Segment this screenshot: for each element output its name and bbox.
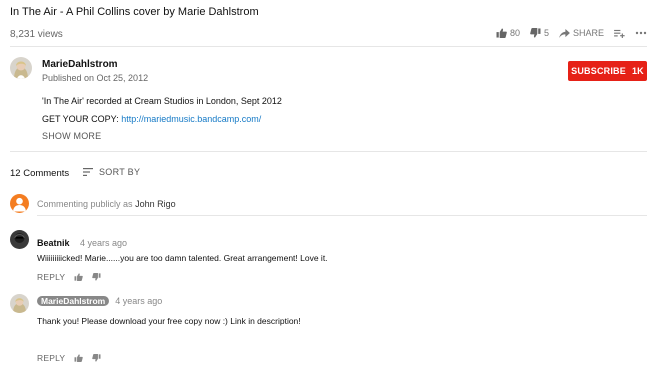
dislike-count: 5: [543, 28, 549, 38]
beatnik-avatar-image: [10, 230, 29, 249]
thumbs-down-icon: [530, 28, 541, 38]
comment-actions: REPLY: [37, 353, 101, 363]
avatar-image: [10, 57, 32, 79]
sort-icon: [83, 168, 93, 176]
comment-avatar[interactable]: [10, 230, 29, 249]
comment-header: MarieDahlstrom 4 years ago: [37, 296, 162, 306]
commenting-user: John Rigo: [135, 199, 176, 209]
dislike-button[interactable]: 5: [530, 28, 549, 38]
comments-count: 12 Comments: [10, 168, 70, 179]
user-avatar-image: [10, 194, 29, 213]
description-line: 'In The Air' recorded at Cream Studios i…: [42, 96, 282, 106]
video-actions: 80 5 SHARE: [496, 28, 647, 38]
divider: [10, 151, 647, 152]
description-prefix: GET YOUR COPY:: [42, 114, 119, 124]
description-link-line: GET YOUR COPY: http://mariedmusic.bandca…: [42, 114, 261, 124]
sort-by-label: SORT BY: [99, 167, 141, 177]
subscribe-label: SUBSCRIBE: [571, 66, 626, 76]
share-arrow-icon: [559, 28, 570, 38]
thumbs-up-icon[interactable]: [74, 354, 84, 362]
thumbs-down-icon[interactable]: [92, 273, 101, 281]
reply-button[interactable]: REPLY: [37, 353, 65, 363]
divider: [10, 46, 647, 47]
input-underline: [37, 215, 647, 216]
more-horizontal-icon: [635, 31, 647, 35]
reply-button[interactable]: REPLY: [37, 272, 65, 282]
thumbs-up-icon: [496, 28, 507, 38]
comment-text: Thank you! Please download your free cop…: [37, 316, 301, 326]
comment-actions: REPLY: [37, 272, 101, 282]
sort-by-button[interactable]: SORT BY: [83, 167, 140, 177]
add-to-playlist-button[interactable]: [614, 29, 625, 38]
comment-time[interactable]: 4 years ago: [115, 296, 162, 306]
user-avatar: [10, 194, 29, 213]
thumbs-up-icon[interactable]: [74, 273, 84, 281]
playlist-add-icon: [614, 29, 625, 38]
channel-owner-badge[interactable]: MarieDahlstrom: [37, 296, 110, 306]
show-more-button[interactable]: SHOW MORE: [42, 131, 101, 141]
comment-header: Beatnik 4 years ago: [37, 233, 127, 251]
thumbs-down-icon[interactable]: [92, 354, 101, 362]
share-button[interactable]: SHARE: [559, 28, 604, 38]
comment-author[interactable]: Beatnik: [37, 238, 70, 248]
comment-input[interactable]: Commenting publicly as John Rigo: [37, 199, 176, 209]
comment-avatar[interactable]: [10, 294, 29, 313]
channel-name[interactable]: MarieDahlstrom: [42, 59, 118, 70]
commenting-prefix: Commenting publicly as: [37, 199, 133, 209]
like-button[interactable]: 80: [496, 28, 520, 38]
subscriber-count: 1K: [631, 66, 644, 76]
more-actions-button[interactable]: [635, 31, 647, 35]
comment-time[interactable]: 4 years ago: [80, 238, 127, 248]
view-count: 8,231 views: [10, 29, 63, 40]
video-title: In The Air - A Phil Collins cover by Mar…: [10, 6, 259, 18]
comment-text: Wiiiiiiiiicked! Marie......you are too d…: [37, 253, 328, 263]
marie-avatar-image: [10, 294, 29, 313]
publish-date: Published on Oct 25, 2012: [42, 73, 149, 83]
share-label: SHARE: [572, 28, 604, 38]
channel-avatar[interactable]: [10, 57, 32, 79]
like-count: 80: [509, 28, 520, 38]
subscribe-button[interactable]: SUBSCRIBE 1K: [568, 61, 647, 81]
bandcamp-link[interactable]: http://mariedmusic.bandcamp.com/: [121, 114, 261, 124]
